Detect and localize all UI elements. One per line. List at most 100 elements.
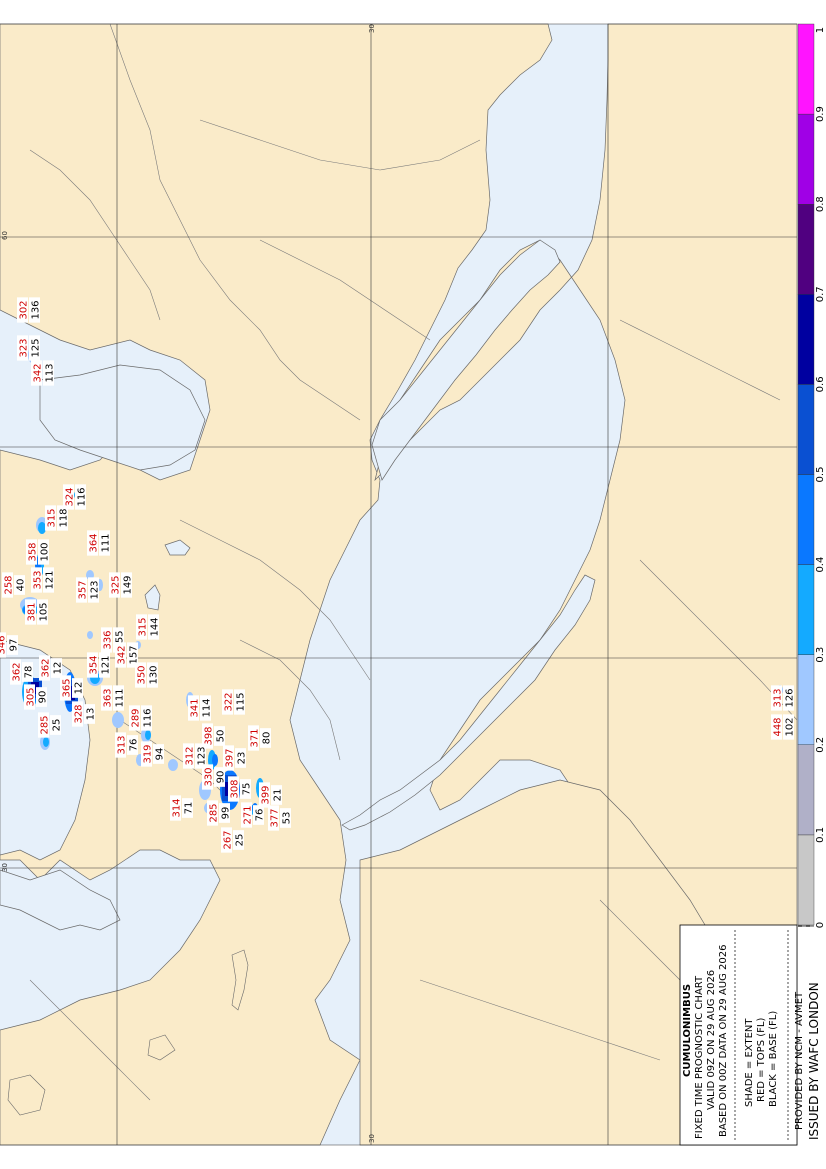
cb-label-pair: 315 144 <box>136 614 161 640</box>
cb-base-label: 125 <box>31 338 42 357</box>
cb-tops-label: 328 <box>74 704 85 723</box>
cb-tops-label: 314 <box>172 798 183 817</box>
legend-tick-label: 0.7 <box>815 286 826 302</box>
cb-tops-label: 364 <box>89 533 100 552</box>
cb-tops-label: 371 <box>250 728 261 747</box>
cb-tops-label: 302 <box>19 300 30 319</box>
cb-base-label: 121 <box>101 655 112 674</box>
issued-by: ISSUED BY WAFC LONDON <box>807 982 821 1140</box>
cb-tops-label: 322 <box>224 692 235 711</box>
cb-label-pair: 258 40 <box>2 572 27 598</box>
legend-band <box>797 23 815 115</box>
cb-label-pair: 397 23 <box>223 745 248 771</box>
cb-base-label: 80 <box>262 732 273 745</box>
cb-base-label: 76 <box>255 809 266 822</box>
cb-label-pair: 314 71 <box>170 795 195 821</box>
cb-base-label: 94 <box>155 748 166 761</box>
cb-tops-label: 324 <box>65 487 76 506</box>
cb-tops-label: 341 <box>190 698 201 717</box>
cb-label-pair: 267 25 <box>221 827 246 853</box>
cb-tops-label: 354 <box>89 655 100 674</box>
cb-tops-label: 350 <box>137 665 148 684</box>
legend-band <box>797 113 815 205</box>
cb-base-label: 75 <box>242 783 253 796</box>
cb-label-pair: 341 114 <box>188 695 213 721</box>
cb-base-label: 123 <box>90 580 101 599</box>
cb-tops-label: 271 <box>243 805 254 824</box>
cb-label-pair: 342 113 <box>31 360 56 386</box>
cb-base-label: 90 <box>216 771 227 784</box>
cb-label-pair: 313 126 <box>771 685 796 711</box>
cb-tops-label: 346 <box>0 635 8 654</box>
cb-label-pair: 330 90 <box>202 764 227 790</box>
cb-tops-label: 330 <box>204 767 215 786</box>
cb-label-pair: 325 149 <box>109 572 134 598</box>
cb-label-pair: 285 99 <box>207 800 232 826</box>
cb-base-label: 100 <box>40 542 51 561</box>
cb-tops-label: 258 <box>4 575 15 594</box>
legend-band <box>797 564 815 655</box>
cb-tops-label: 398 <box>204 726 215 745</box>
cb-label-pair: 399 21 <box>259 782 284 808</box>
cb-label-pair: 358 100 <box>26 539 51 565</box>
cb-tops-label: 313 <box>773 688 784 707</box>
cb-tops-label: 289 <box>131 708 142 727</box>
legend-band <box>797 474 815 565</box>
legend-band <box>797 203 815 295</box>
grid-label-lat-60: 60 <box>1 231 9 240</box>
cb-base-label: 97 <box>9 639 20 652</box>
legend-tick-label: 0.8 <box>815 196 826 212</box>
key-black-base: BLACK = BASE (FL) <box>768 1011 779 1107</box>
cb-tops-label: 312 <box>185 746 196 765</box>
cb-base-label: 126 <box>785 688 796 707</box>
cb-tops-label: 305 <box>26 687 37 706</box>
legend-tick-label: 0.1 <box>815 827 826 843</box>
cb-base-label: 115 <box>236 692 247 711</box>
legend-tick-label: 0 <box>815 922 826 928</box>
cb-label-pair: 315 118 <box>45 505 70 531</box>
cb-base-label: 113 <box>45 363 56 382</box>
cb-label-pair: 365 12 <box>60 675 85 701</box>
cb-label-pair: 350 130 <box>135 662 160 688</box>
probability-legend: 0 0.1 0.2 0.3 0.4 0.5 0.6 0.7 0.8 0.9 1 <box>797 23 826 928</box>
cb-tops-label: 285 <box>209 803 220 822</box>
legend-band <box>797 384 815 475</box>
grid-label-lon-bottom: 30 <box>368 1134 376 1143</box>
cb-label-pair: 323 125 <box>17 335 42 361</box>
cb-tops-label: 381 <box>27 602 38 621</box>
cb-label-pair: 364 111 <box>87 530 112 556</box>
cb-tops-label: 363 <box>103 688 114 707</box>
cb-base-label: 111 <box>101 533 112 552</box>
cb-label-pair: 271 76 <box>241 802 266 828</box>
cb-base-label: 144 <box>150 617 161 636</box>
cb-label-pair: 319 94 <box>141 741 166 767</box>
cb-base-label: 13 <box>86 708 97 721</box>
cb-base-label: 157 <box>129 645 140 664</box>
cb-label-pair: 381 105 <box>25 599 50 625</box>
cb-tops-label: 325 <box>111 575 122 594</box>
cb-label-pair: 346 97 <box>0 632 20 658</box>
cb-label-pair: 305 90 <box>24 684 49 710</box>
cb-base-label: 23 <box>237 752 248 765</box>
cb-tops-label: 358 <box>28 542 39 561</box>
cb-base-label: 25 <box>52 719 63 732</box>
cb-base-label: 25 <box>235 834 246 847</box>
cb-label-pair: 353 121 <box>31 567 56 593</box>
cb-tops-label: 336 <box>103 630 114 649</box>
cb-tops-label: 342 <box>117 645 128 664</box>
legend-band <box>797 294 815 385</box>
cb-label-pair: 322 115 <box>222 689 247 715</box>
cb-base-label: 130 <box>149 665 160 684</box>
cb-base-label: 12 <box>74 682 85 695</box>
legend-tick-label: 1 <box>815 27 826 33</box>
cb-label-pair: 328 13 <box>72 701 97 727</box>
legend-band <box>797 744 815 836</box>
cb-base-label: 149 <box>123 575 134 594</box>
cb-label-pair: 308 75 <box>228 776 253 802</box>
cb-base-label: 116 <box>77 487 88 506</box>
cb-tops-label: 308 <box>230 779 241 798</box>
cb-tops-label: 362 <box>12 662 23 681</box>
cb-tops-label: 315 <box>47 508 58 527</box>
legend-tick-label: 0.5 <box>815 467 826 483</box>
cb-base-label: 105 <box>39 602 50 621</box>
